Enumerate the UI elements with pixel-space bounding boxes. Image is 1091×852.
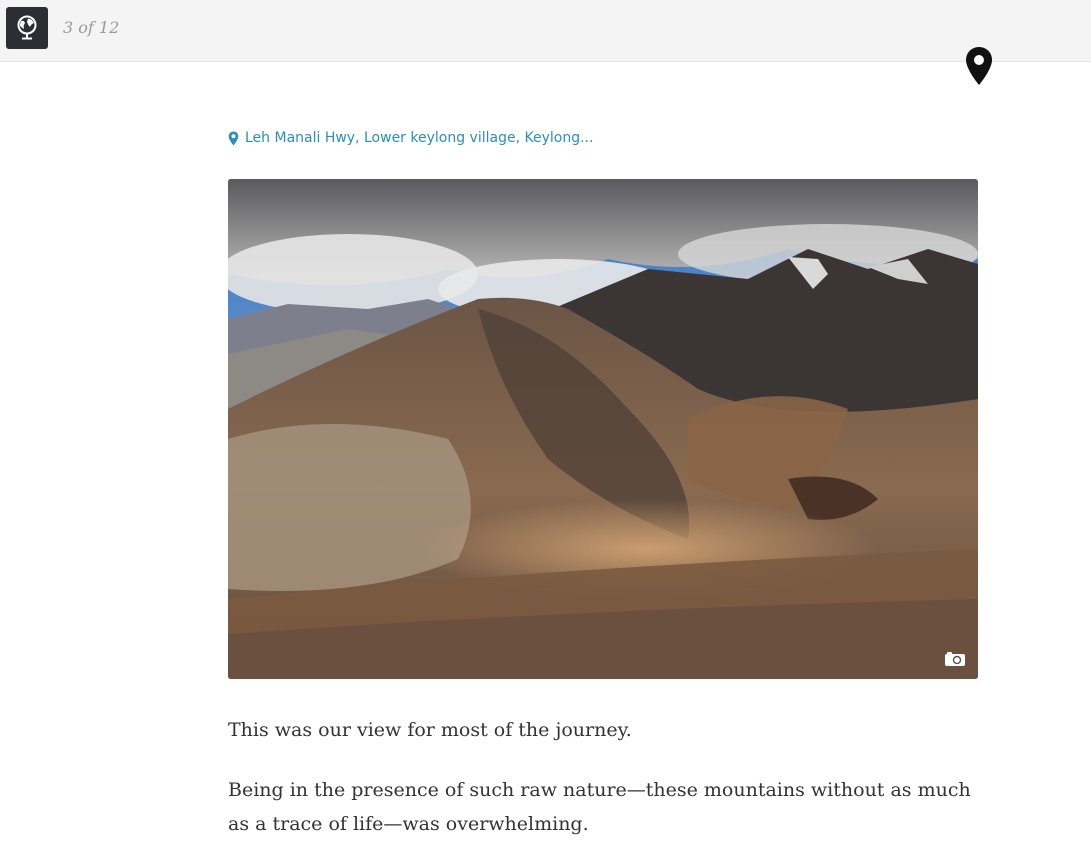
description-paragraph: Being in the presence of such raw nature… [228, 779, 971, 835]
location-pin-icon [228, 131, 239, 145]
mountain-photo[interactable] [228, 179, 978, 679]
camera-icon[interactable] [944, 651, 966, 667]
map-pin-icon[interactable] [964, 46, 994, 86]
location-text: Leh Manali Hwy, Lower keylong village, K… [245, 130, 594, 146]
photo-image [228, 179, 978, 679]
location-link[interactable]: Leh Manali Hwy, Lower keylong village, K… [228, 130, 593, 146]
logo-button[interactable] [6, 7, 48, 49]
globe-trophy-icon [17, 15, 37, 40]
top-bar: 3 of 12 [0, 0, 1091, 62]
photo-counter: 3 of 12 [63, 18, 120, 37]
caption-paragraph: This was our view for most of the journe… [228, 719, 632, 741]
